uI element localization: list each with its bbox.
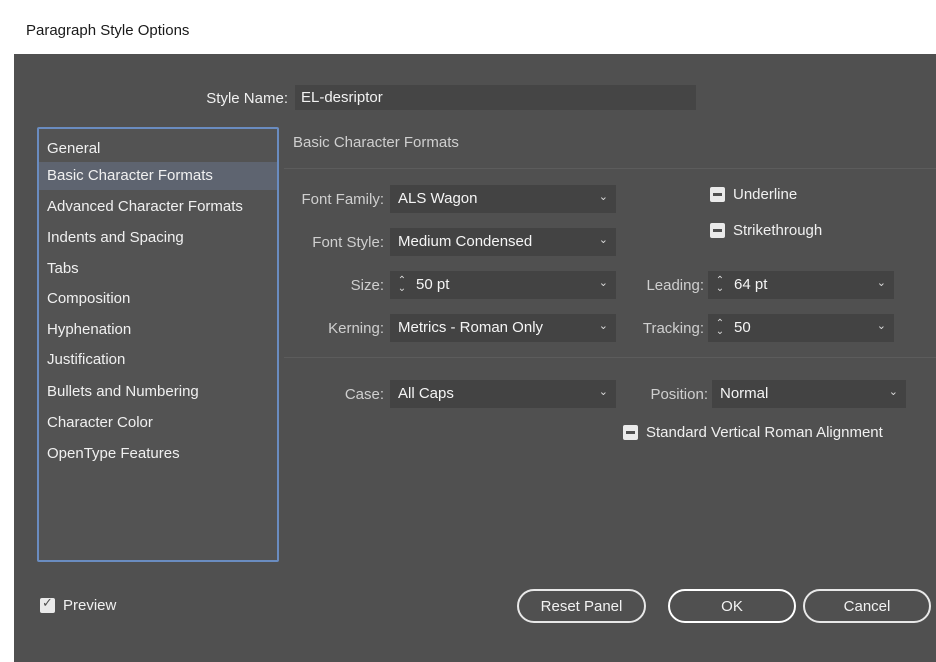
font-family-value: ALS Wagon xyxy=(398,190,478,207)
section-divider xyxy=(284,357,936,358)
leading-stepper[interactable]: ⌃ ⌄ 64 pt ⌄ xyxy=(708,271,894,299)
leading-value: 64 pt xyxy=(734,276,768,293)
nav-item-indents-and-spacing[interactable]: Indents and Spacing xyxy=(39,224,277,252)
leading-label: Leading: xyxy=(646,277,704,294)
chevron-down-icon: ⌄ xyxy=(598,191,608,203)
mixed-checkbox-icon xyxy=(623,425,638,440)
style-name-input[interactable]: EL-desriptor xyxy=(295,85,696,110)
tracking-value: 50 xyxy=(734,319,751,336)
position-value: Normal xyxy=(720,385,769,402)
strikethrough-checkbox[interactable]: Strikethrough xyxy=(710,222,822,239)
up-down-arrows-icon[interactable]: ⌃ ⌄ xyxy=(396,276,408,294)
paragraph-style-dialog: Style Name: EL-desriptor General Basic C… xyxy=(14,54,936,662)
chevron-down-icon: ⌄ xyxy=(598,320,608,332)
tracking-label: Tracking: xyxy=(642,320,704,337)
up-down-arrows-icon[interactable]: ⌃ ⌄ xyxy=(714,276,726,294)
up-down-arrows-icon[interactable]: ⌃ ⌄ xyxy=(714,319,726,337)
size-label: Size: xyxy=(350,277,384,294)
font-family-dropdown[interactable]: ALS Wagon ⌄ xyxy=(390,185,616,213)
category-list: General Basic Character Formats Advanced… xyxy=(37,127,279,562)
standard-vertical-roman-alignment-label: Standard Vertical Roman Alignment xyxy=(646,424,883,441)
font-style-label: Font Style: xyxy=(312,234,384,251)
underline-label: Underline xyxy=(733,186,798,203)
kerning-value: Metrics - Roman Only xyxy=(398,319,544,336)
kerning-label: Kerning: xyxy=(328,320,384,337)
chevron-down-icon: ⌄ xyxy=(876,320,886,332)
size-value: 50 pt xyxy=(416,276,450,293)
chevron-down-icon: ⌄ xyxy=(888,386,898,398)
chevron-down-icon: ⌄ xyxy=(598,386,608,398)
font-style-value: Medium Condensed xyxy=(398,233,533,250)
ok-button[interactable]: OK xyxy=(668,589,796,623)
nav-item-justification[interactable]: Justification xyxy=(39,346,277,374)
nav-item-general[interactable]: General xyxy=(39,135,277,163)
chevron-down-icon: ⌄ xyxy=(598,234,608,246)
section-divider xyxy=(284,168,936,169)
underline-checkbox[interactable]: Underline xyxy=(710,186,797,203)
nav-item-bullets-and-numbering[interactable]: Bullets and Numbering xyxy=(39,378,277,406)
nav-item-composition[interactable]: Composition xyxy=(39,285,277,313)
checkmark-icon xyxy=(40,595,55,613)
nav-item-hyphenation[interactable]: Hyphenation xyxy=(39,316,277,344)
tracking-stepper[interactable]: ⌃ ⌄ 50 ⌄ xyxy=(708,314,894,342)
nav-item-advanced-character-formats[interactable]: Advanced Character Formats xyxy=(39,193,277,221)
size-stepper[interactable]: ⌃ ⌄ 50 pt ⌄ xyxy=(390,271,616,299)
nav-item-character-color[interactable]: Character Color xyxy=(39,409,277,437)
preview-label: Preview xyxy=(63,597,117,614)
mixed-checkbox-icon xyxy=(710,223,725,238)
style-name-label: Style Name: xyxy=(206,90,288,107)
nav-item-tabs[interactable]: Tabs xyxy=(39,255,277,283)
nav-item-opentype-features[interactable]: OpenType Features xyxy=(39,440,277,468)
chevron-down-icon: ⌄ xyxy=(876,277,886,289)
chevron-down-icon: ⌄ xyxy=(598,277,608,289)
standard-vertical-roman-alignment-checkbox[interactable]: Standard Vertical Roman Alignment xyxy=(623,424,883,441)
preview-checkbox[interactable]: Preview xyxy=(40,595,117,614)
font-style-dropdown[interactable]: Medium Condensed ⌄ xyxy=(390,228,616,256)
case-value: All Caps xyxy=(398,385,454,402)
nav-item-basic-character-formats[interactable]: Basic Character Formats xyxy=(39,162,277,190)
position-dropdown[interactable]: Normal ⌄ xyxy=(712,380,906,408)
cancel-button[interactable]: Cancel xyxy=(803,589,931,623)
position-label: Position: xyxy=(650,386,708,403)
font-family-label: Font Family: xyxy=(301,191,384,208)
title-bar: Paragraph Style Options xyxy=(0,0,936,54)
kerning-dropdown[interactable]: Metrics - Roman Only ⌄ xyxy=(390,314,616,342)
strikethrough-label: Strikethrough xyxy=(733,222,823,239)
window-title: Paragraph Style Options xyxy=(26,22,190,39)
mixed-checkbox-icon xyxy=(710,187,725,202)
case-label: Case: xyxy=(344,386,384,403)
case-dropdown[interactable]: All Caps ⌄ xyxy=(390,380,616,408)
section-title: Basic Character Formats xyxy=(293,134,459,151)
reset-panel-button[interactable]: Reset Panel xyxy=(517,589,646,623)
